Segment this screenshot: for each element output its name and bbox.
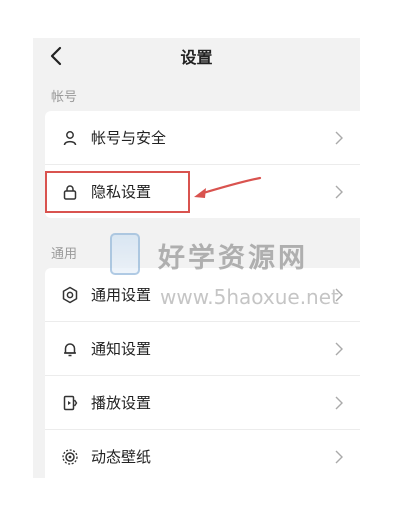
chevron-right-icon bbox=[335, 185, 343, 198]
gear-icon bbox=[61, 286, 79, 304]
row-label: 通用设置 bbox=[91, 286, 152, 304]
nav-bar: 设置 bbox=[33, 38, 360, 78]
row-playback-settings[interactable]: 播放设置 bbox=[45, 376, 360, 430]
row-general-settings[interactable]: 通用设置 bbox=[45, 268, 360, 322]
bell-icon bbox=[61, 340, 79, 358]
settings-screen: 设置 帐号 帐号与安全 隐私设置 通用 通用设置 通知设置 播放设置 动态壁纸 bbox=[33, 38, 360, 478]
chevron-right-icon bbox=[335, 450, 343, 463]
annotation-arrow bbox=[194, 176, 262, 198]
chevron-right-icon bbox=[335, 288, 343, 301]
row-dynamic-wallpaper[interactable]: 动态壁纸 bbox=[45, 430, 360, 478]
row-label: 通知设置 bbox=[91, 340, 152, 358]
section-label-account: 帐号 bbox=[51, 90, 78, 105]
section-label-general: 通用 bbox=[51, 247, 78, 262]
chevron-right-icon bbox=[335, 396, 343, 409]
privacy-highlight-box bbox=[45, 171, 190, 213]
wallpaper-icon bbox=[61, 448, 79, 466]
row-label: 帐号与安全 bbox=[91, 129, 167, 147]
page-title: 设置 bbox=[180, 48, 213, 67]
chevron-right-icon bbox=[335, 342, 343, 355]
row-notification-settings[interactable]: 通知设置 bbox=[45, 322, 360, 376]
row-label: 播放设置 bbox=[91, 394, 152, 412]
play-icon bbox=[61, 394, 79, 412]
row-account-security[interactable]: 帐号与安全 bbox=[45, 111, 360, 165]
chevron-right-icon bbox=[335, 131, 343, 144]
general-card: 通用设置 通知设置 播放设置 动态壁纸 bbox=[45, 268, 360, 478]
user-icon bbox=[61, 129, 79, 147]
row-label: 动态壁纸 bbox=[91, 448, 152, 466]
